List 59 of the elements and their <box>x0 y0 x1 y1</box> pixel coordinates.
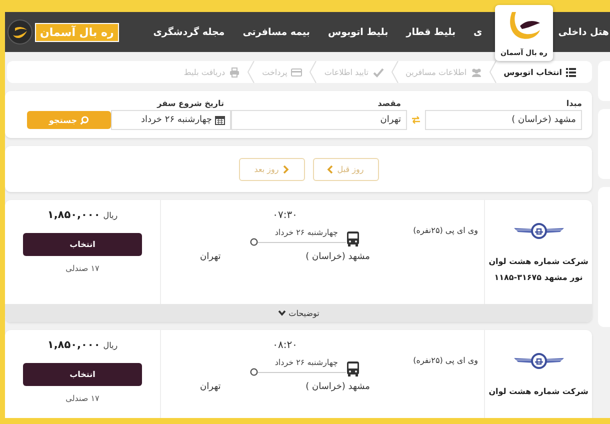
destination-circle-icon <box>250 238 258 246</box>
wing-logo-icon <box>7 19 33 45</box>
check-icon <box>372 66 384 78</box>
chevron-icon <box>488 61 497 83</box>
chevron-icon <box>309 61 318 83</box>
details-toggle[interactable]: توضیحات <box>5 304 592 322</box>
field-label: مبدا <box>565 98 582 108</box>
currency-label: ریال <box>103 341 118 350</box>
origin-city: مشهد (خراسان ) <box>306 252 370 262</box>
ticket-price: ۱,۸۵۰,۰۰۰ <box>47 209 100 221</box>
people-icon <box>470 66 482 78</box>
calendar-icon <box>215 115 225 125</box>
select-button[interactable]: انتخاب <box>23 233 142 256</box>
company-name: نور مشهد ۳۱۶۷۵-۱۱۸۵ <box>494 272 583 284</box>
origin-city: مشهد (خراسان ) <box>306 382 370 392</box>
date-field[interactable]: چهارشنبه ۲۶ خرداد <box>111 110 231 130</box>
field-label: تاریخ شروع سفر <box>157 98 224 108</box>
travel-date: چهارشنبه ۲۶ خرداد <box>274 358 338 367</box>
company-name: شرکت شماره هشت لوان <box>488 386 588 398</box>
search-icon <box>80 116 89 124</box>
step-tab[interactable]: انتخاب اتوبوس <box>496 66 584 78</box>
travel-date: چهارشنبه ۲۶ خرداد <box>274 228 338 237</box>
destination-field[interactable]: تهران <box>231 110 407 130</box>
chevron-icon <box>282 164 289 174</box>
ticket-price: ۱,۸۵۰,۰۰۰ <box>47 339 100 351</box>
list-icon <box>566 66 577 78</box>
brand-logo-text: ره بال آسمان <box>35 22 119 42</box>
destination-city: تهران <box>200 382 221 392</box>
winged-emblem-icon <box>512 352 566 370</box>
swap-icon <box>411 116 421 124</box>
company-name: شرکت شماره هشت لوان <box>488 256 588 268</box>
printer-icon <box>229 66 240 78</box>
nav-link[interactable]: مجله گردشگری <box>144 26 234 38</box>
select-button[interactable]: انتخاب <box>23 363 142 386</box>
chevron-icon <box>390 61 398 83</box>
chevron-icon <box>247 61 256 83</box>
bus-type: وی ای پی (۲۵نفره) <box>412 226 478 235</box>
date-value: چهارشنبه ۲۶ خرداد <box>140 115 212 125</box>
winged-emblem-icon <box>512 222 566 240</box>
seats-available: ۱۷ صندلی <box>66 394 100 403</box>
seats-available: ۱۷ صندلی <box>66 264 100 273</box>
chevron-icon <box>327 164 334 174</box>
departure-time: ۰۷:۳۰ <box>272 210 298 223</box>
caret-icon <box>278 310 286 316</box>
origin-field[interactable]: مشهد (خراسان ) <box>425 110 582 130</box>
bus-icon <box>346 361 360 377</box>
destination-city: تهران <box>200 252 221 262</box>
nav-link[interactable]: هتل داخلی <box>549 26 610 38</box>
bus-icon <box>346 231 360 247</box>
destination-circle-icon <box>250 368 258 376</box>
nav-link[interactable]: ی <box>464 26 482 38</box>
card-icon <box>291 66 302 78</box>
nav-link[interactable]: بلیط اتوبوس <box>319 26 398 38</box>
currency-label: ریال <box>103 211 118 220</box>
nav-link[interactable]: بیمه مسافرتی <box>234 26 319 38</box>
nav-link[interactable]: بلیط قطار <box>397 26 465 38</box>
departure-time: ۰۸:۲۰ <box>272 340 298 353</box>
bus-type: وی ای پی (۲۵نفره) <box>412 356 478 365</box>
field-label: مقصد <box>376 98 401 108</box>
